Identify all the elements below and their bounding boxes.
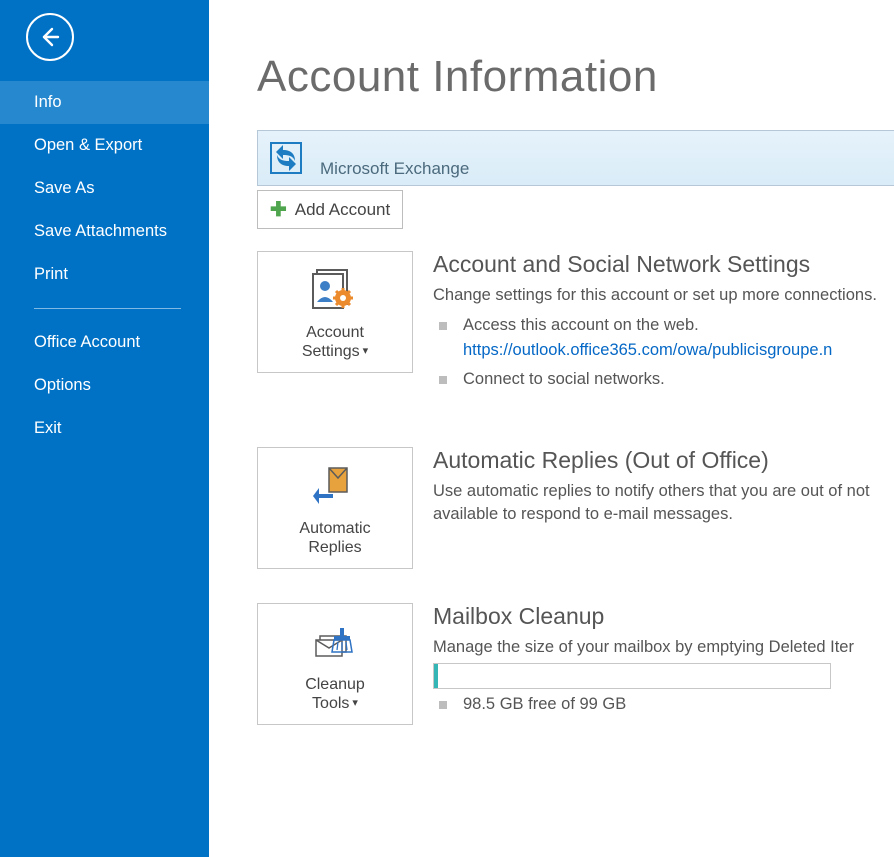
back-button[interactable] xyxy=(26,13,74,61)
plus-icon: ✚ xyxy=(270,197,287,222)
file-sidebar: Info Open & Export Save As Save Attachme… xyxy=(0,0,209,857)
automatic-replies-desc: Use automatic replies to notify others t… xyxy=(433,480,894,525)
add-account-label: Add Account xyxy=(295,200,390,220)
automatic-replies-label-2: Replies xyxy=(308,539,361,556)
nav-item-save-attachments[interactable]: Save Attachments xyxy=(0,210,209,253)
mailbox-size-text: 98.5 GB free of 99 GB xyxy=(433,689,894,714)
cleanup-title: Mailbox Cleanup xyxy=(433,603,894,630)
nav-item-info[interactable]: Info xyxy=(0,81,209,124)
account-settings-label-1: Account xyxy=(306,324,364,341)
exchange-icon xyxy=(268,140,304,176)
mailbox-size-used xyxy=(434,664,438,688)
arrow-left-icon xyxy=(38,25,62,49)
automatic-replies-button[interactable]: Automatic Replies xyxy=(257,447,413,569)
account-settings-title: Account and Social Network Settings xyxy=(433,251,894,278)
chevron-down-icon: ▾ xyxy=(363,345,369,357)
account-settings-icon xyxy=(311,263,359,317)
cleanup-tools-label-2: Tools xyxy=(312,695,349,712)
main-panel: Account Information Microsoft Exchange ✚… xyxy=(209,0,894,857)
account-settings-button[interactable]: Account Settings▾ xyxy=(257,251,413,373)
nav-item-save-as[interactable]: Save As xyxy=(0,167,209,210)
cleanup-tools-label-1: Cleanup xyxy=(305,676,365,693)
chevron-down-icon: ▾ xyxy=(352,697,358,709)
account-settings-label-2: Settings xyxy=(302,343,360,360)
nav-item-office-account[interactable]: Office Account xyxy=(0,321,209,364)
account-settings-desc: Change settings for this account or set … xyxy=(433,284,894,306)
account-type-label: Microsoft Exchange xyxy=(320,159,469,179)
cleanup-tools-button[interactable]: Cleanup Tools▾ xyxy=(257,603,413,725)
bullet-access-web: Access this account on the web. xyxy=(433,312,894,339)
owa-link[interactable]: https://outlook.office365.com/owa/public… xyxy=(463,341,894,360)
nav-item-open-export[interactable]: Open & Export xyxy=(0,124,209,167)
page-title: Account Information xyxy=(257,52,894,102)
cleanup-tools-icon xyxy=(310,615,360,669)
mailbox-size-bar xyxy=(433,663,831,689)
cleanup-desc: Manage the size of your mailbox by empty… xyxy=(433,636,894,658)
account-selector[interactable]: Microsoft Exchange xyxy=(257,130,894,186)
automatic-replies-title: Automatic Replies (Out of Office) xyxy=(433,447,894,474)
bullet-social-networks: Connect to social networks. xyxy=(433,366,894,393)
automatic-replies-label-1: Automatic xyxy=(299,520,370,537)
nav-item-exit[interactable]: Exit xyxy=(0,407,209,450)
automatic-replies-icon xyxy=(313,459,357,513)
nav-item-print[interactable]: Print xyxy=(0,253,209,296)
add-account-button[interactable]: ✚ Add Account xyxy=(257,190,403,229)
nav-separator xyxy=(34,308,181,309)
nav-item-options[interactable]: Options xyxy=(0,364,209,407)
